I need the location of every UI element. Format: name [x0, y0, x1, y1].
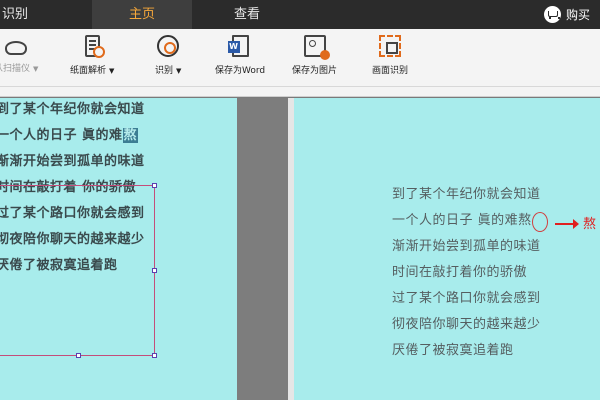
arrow-right-icon — [555, 219, 579, 229]
menu-bar: 识别 主页 查看 购买 — [0, 0, 600, 29]
workspace-divider — [0, 87, 600, 97]
recognize-button[interactable]: 识别 ▼ — [155, 35, 181, 83]
document-analysis-icon — [84, 35, 105, 58]
pane-gutter[interactable] — [237, 98, 294, 400]
chevron-down-icon: ▼ — [109, 67, 115, 75]
screen-recognize-button[interactable]: 画面识别 — [372, 35, 408, 83]
tab-view[interactable]: 查看 — [192, 0, 302, 29]
result-line: 彻夜陪你聊天的越来越少 — [392, 317, 541, 332]
cart-icon — [543, 6, 561, 23]
tab-recognize[interactable]: 识别 — [0, 0, 40, 29]
result-line: 到了某个年纪你就会知道 — [392, 187, 541, 202]
tab-home[interactable]: 主页 — [92, 0, 192, 29]
screen-recognize-label: 画面识别 — [372, 66, 409, 76]
selection-box[interactable] — [0, 183, 157, 358]
save-as-image-label: 保存为图片 — [292, 66, 338, 76]
from-scanner-button[interactable]: 从扫描仪▼ — [0, 35, 38, 83]
result-line: 厌倦了被寂寞追着跑 — [392, 343, 514, 358]
scanner-icon — [5, 41, 28, 55]
save-as-word-label: 保存为Word — [215, 66, 266, 76]
save-as-word-button[interactable]: 保存为Word — [215, 35, 265, 83]
save-as-image-button[interactable]: 保存为图片 — [292, 35, 337, 83]
document-analysis-button[interactable]: 纸面解析 ▼ — [70, 35, 114, 83]
result-text[interactable]: 到了某个年纪你就会知道 一个人的日子 眞的难熬 渐渐开始尝到孤单的味道 时间在敲… — [392, 182, 541, 364]
source-line: 一个人的日子 眞的难熬 — [0, 128, 139, 143]
source-line: 渐渐开始尝到孤单的味道 — [0, 154, 145, 169]
chevron-down-icon: ▼ — [33, 65, 39, 73]
chevron-down-icon: ▼ — [176, 67, 182, 75]
save-word-icon — [227, 35, 249, 57]
resize-handle[interactable] — [152, 268, 157, 273]
error-circle-mark — [532, 212, 548, 232]
recognize-label: 识别 — [155, 66, 174, 76]
highlighted-char[interactable]: 熬 — [122, 128, 139, 143]
source-line: 到了某个年纪你就会知道 — [0, 102, 145, 117]
result-line: 时间在敲打着你的骄傲 — [392, 265, 528, 280]
ocr-icon — [157, 35, 180, 57]
resize-handle[interactable] — [76, 353, 81, 358]
result-line: 渐渐开始尝到孤单的味道 — [392, 239, 541, 254]
save-image-icon — [303, 35, 330, 60]
resize-handle[interactable] — [152, 183, 157, 188]
resize-handle[interactable] — [152, 353, 157, 358]
buy-button[interactable]: 购买 — [543, 0, 590, 29]
from-scanner-label: 从扫描仪 — [0, 64, 31, 74]
toolbar: 从扫描仪▼ 纸面解析▼ 识别▼ 保存为Word 保存为图片 画面识别 — [0, 29, 600, 87]
result-line: 一个人的日子 眞的难熬 — [392, 213, 532, 228]
document-analysis-label: 纸面解析 — [70, 66, 107, 76]
screen-capture-icon — [379, 35, 401, 57]
result-line: 过了某个路口你就会感到 — [392, 291, 541, 306]
correction-char: 熬 — [583, 217, 597, 232]
buy-label: 购买 — [565, 8, 590, 22]
